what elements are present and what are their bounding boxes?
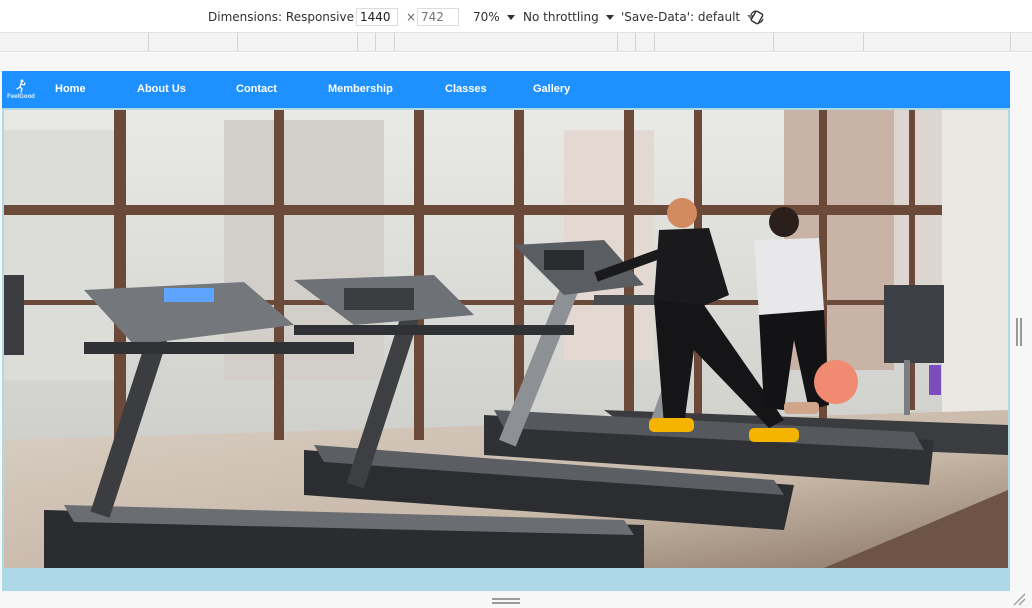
zoom-label: 70% (473, 10, 500, 24)
nav-link-membership[interactable]: Membership (328, 83, 393, 95)
ruler-tick (773, 33, 774, 51)
chevron-down-icon (605, 14, 614, 20)
width-input[interactable] (356, 8, 398, 26)
ruler-tick (635, 33, 636, 51)
ruler-tick (863, 33, 864, 51)
nav-link-classes[interactable]: Classes (445, 83, 487, 95)
nav-link-gallery[interactable]: Gallery (533, 83, 570, 95)
height-input[interactable] (417, 8, 459, 26)
ruler-tick (148, 33, 149, 51)
dimensions-label: Dimensions: Responsive (208, 10, 354, 24)
nav-link-home[interactable]: Home (55, 83, 86, 95)
runner-icon (16, 79, 26, 93)
resize-handle-right[interactable] (1016, 318, 1022, 346)
save-data-label: 'Save-Data': default (621, 10, 741, 24)
resize-corner-icon[interactable] (1012, 592, 1026, 606)
ruler-tick (237, 33, 238, 51)
site-logo[interactable]: FeelGood (4, 75, 38, 105)
rotate-icon[interactable] (749, 9, 765, 25)
nav-link-about-us[interactable]: About Us (137, 83, 186, 95)
ruler-tick (394, 33, 395, 51)
resize-handle-bottom[interactable] (492, 598, 520, 604)
ruler-tick (375, 33, 376, 51)
chevron-down-icon (506, 14, 515, 20)
throttling-label: No throttling (523, 10, 599, 24)
device-toolbar: Dimensions: Responsive × 70% No throttli… (0, 0, 1032, 34)
ruler-tick (357, 33, 358, 51)
times-sign: × (406, 10, 417, 24)
ruler-tick (1010, 33, 1011, 51)
ruler-tick (617, 33, 618, 51)
save-data-dropdown[interactable]: 'Save-Data': default (621, 10, 756, 24)
hero-gym-image (4, 110, 1008, 568)
throttling-dropdown[interactable]: No throttling (523, 10, 614, 24)
logo-text: FeelGood (7, 94, 35, 100)
nav-link-contact[interactable]: Contact (236, 83, 277, 95)
page-viewport: FeelGood Home About Us Contact Membershi… (2, 71, 1010, 591)
site-navbar: FeelGood Home About Us Contact Membershi… (2, 71, 1010, 108)
dimensions-dropdown[interactable]: Dimensions: Responsive (208, 10, 369, 24)
zoom-dropdown[interactable]: 70% (473, 10, 515, 24)
media-query-ruler[interactable] (0, 32, 1032, 52)
ruler-tick (654, 33, 655, 51)
